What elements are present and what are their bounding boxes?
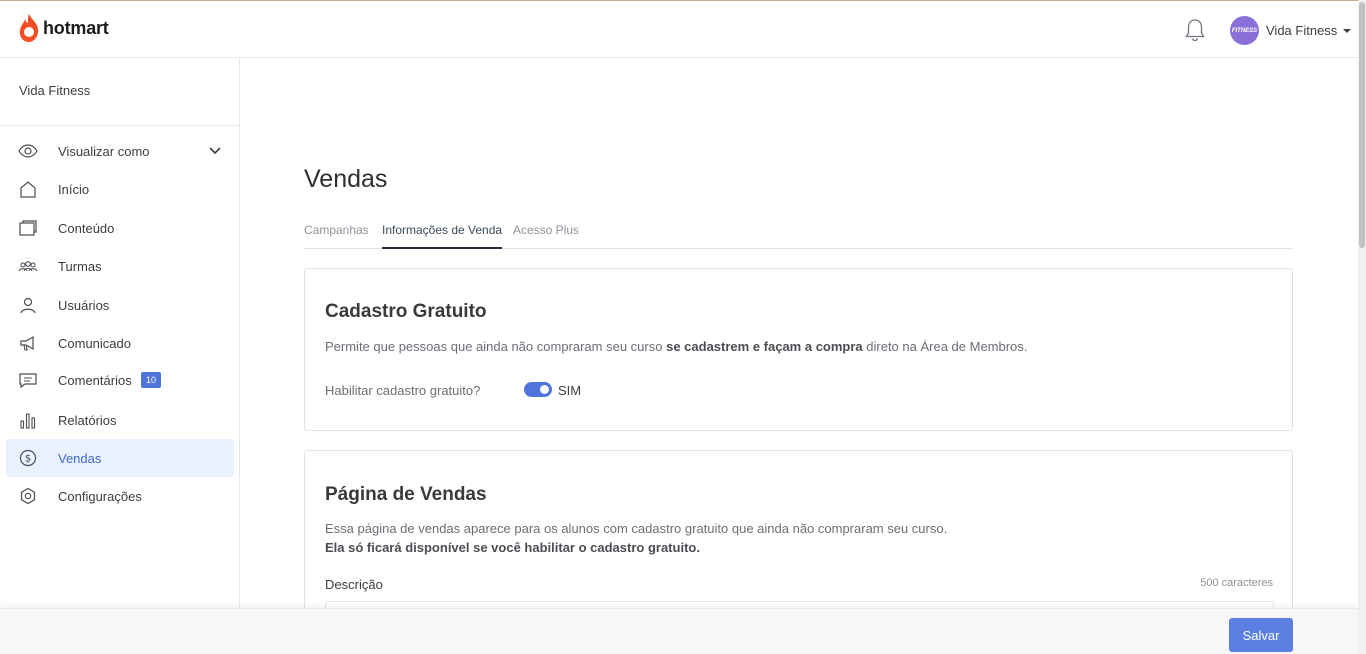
save-button[interactable]: Salvar [1229,618,1293,652]
description-label: Descrição [325,577,383,592]
sidebar-item-label: Usuários [58,297,110,313]
tab-plus-access[interactable]: Acesso Plus [513,223,579,249]
card-note: Ela só ficará disponível se você habilit… [325,540,700,555]
char-limit: 500 caracteres [1200,577,1273,589]
card-description: Permite que pessoas que ainda não compra… [325,339,1028,354]
user-icon [20,297,36,314]
bar-chart-icon [20,413,36,429]
sidebar-item-comments[interactable]: Comentários 10 [6,361,234,399]
brand-name: hotmart [43,17,109,38]
sidebar-item-content[interactable]: Conteúdo [6,209,234,247]
sidebar-item-home[interactable]: Início [6,170,234,208]
sidebar-item-label: Relatórios [58,412,117,428]
sidebar-item-label: Turmas [58,258,102,274]
scrollbar[interactable] [1358,0,1366,654]
toggle-value: SIM [558,383,582,398]
svg-text:$: $ [25,454,31,465]
sidebar-item-sales[interactable]: $ Vendas [6,439,234,477]
toggle-knob [540,385,549,394]
sidebar-item-classes[interactable]: Turmas [6,247,234,285]
sidebar-item-announcement[interactable]: Comunicado [6,324,234,362]
tab-bar: Campanhas Informações de Venda Acesso Pl… [304,221,1293,249]
sidebar-divider [0,125,239,126]
bell-icon[interactable] [1183,17,1207,43]
user-name: Vida Fitness [1266,23,1338,38]
sidebar-item-label: Conteúdo [58,220,115,236]
megaphone-icon [20,335,34,351]
flame-icon [19,14,39,42]
home-icon [20,181,36,198]
bottom-action-bar: Salvar [0,608,1358,654]
toggle-label: Habilitar cadastro gratuito? [325,383,481,398]
dollar-icon: $ [19,449,37,467]
sidebar-item-reports[interactable]: Relatórios [6,401,234,439]
card-title: Página de Vendas [325,484,487,505]
hotmart-logo[interactable]: hotmart [18,13,109,43]
sidebar-item-users[interactable]: Usuários [6,286,234,324]
user-menu[interactable]: FITNESS Vida Fitness [1230,16,1352,45]
free-signup-toggle-row: Habilitar cadastro gratuito? SIM [325,382,581,398]
sidebar-item-view-as[interactable]: Visualizar como [6,132,234,170]
folder-icon [19,220,37,236]
sidebar-item-label: Início [58,181,90,197]
people-icon [18,261,38,272]
eye-icon [18,144,38,158]
sidebar-item-label: Comunicado [58,335,131,351]
sidebar-item-label: Vendas [58,450,102,466]
gear-icon [20,487,36,505]
sidebar-item-settings[interactable]: Configurações [6,477,234,515]
school-name: Vida Fitness [19,83,91,98]
chevron-down-icon[interactable] [209,144,221,156]
avatar: FITNESS [1230,16,1259,45]
sidebar-item-label: Visualizar como [58,143,150,159]
caret-down-icon [1343,28,1352,33]
page-title: Vendas [304,165,388,193]
sidebar: Vida Fitness Visualizar como Início Cont… [0,58,240,654]
card-description: Essa página de vendas aparece para os al… [325,521,948,536]
comment-icon [19,373,37,389]
tab-campaigns[interactable]: Campanhas [304,223,369,249]
free-signup-toggle[interactable] [524,382,552,397]
top-bar: hotmart FITNESS Vida Fitness [0,0,1358,58]
card-title: Cadastro Gratuito [325,301,487,322]
sidebar-item-label: Configurações [58,488,142,504]
scrollbar-thumb[interactable] [1359,2,1365,248]
tab-sales-info[interactable]: Informações de Venda [382,223,503,249]
sidebar-item-label: Comentários [58,372,132,388]
comment-count-badge: 10 [141,372,162,388]
free-signup-card: Cadastro Gratuito Permite que pessoas qu… [304,268,1293,431]
